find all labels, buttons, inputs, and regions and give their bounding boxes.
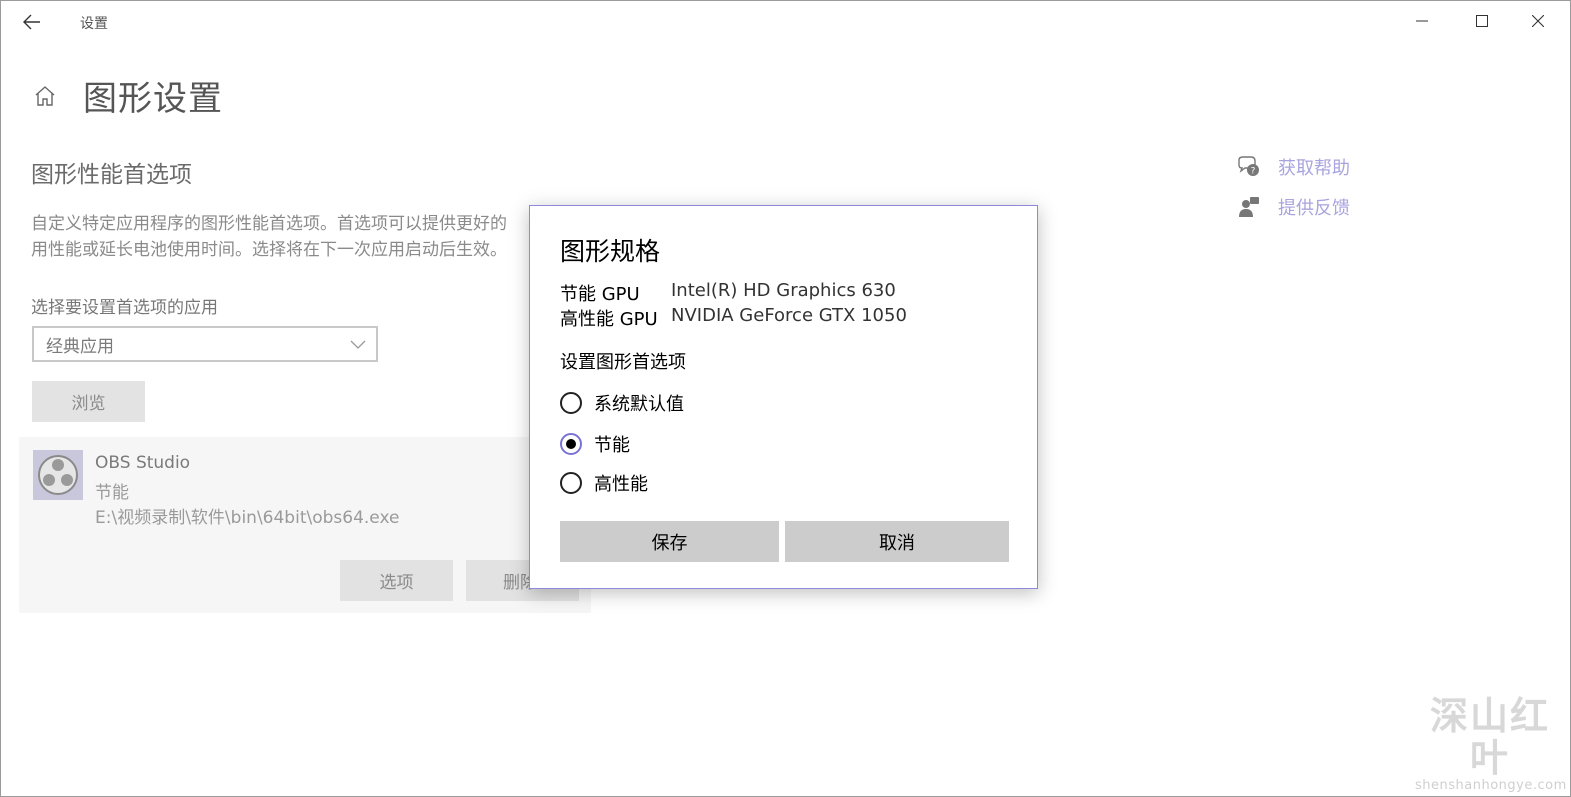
section-title: 图形性能首选项 [31, 162, 192, 188]
close-icon [1532, 15, 1544, 27]
spec-key: 高性能 GPU [560, 309, 658, 330]
spec-value: Intel(R) HD Graphics 630 [671, 280, 896, 301]
radio-dot [566, 439, 576, 449]
radio-button[interactable] [560, 392, 582, 414]
radio-button-selected[interactable] [560, 433, 582, 455]
radio-label: 高性能 [594, 474, 648, 495]
feedback-label: 提供反馈 [1278, 198, 1350, 219]
watermark-text: 深山红叶 [1429, 694, 1550, 780]
options-button[interactable]: 选项 [340, 560, 453, 601]
get-help-link[interactable]: ? 获取帮助 [1237, 147, 1350, 187]
feedback-link[interactable]: 提供反馈 [1237, 187, 1350, 227]
window-title: 设置 [80, 16, 108, 32]
app-list-item[interactable]: OBS Studio 节能 E:\视频录制\软件\bin\64bit\obs64… [19, 437, 591, 613]
chevron-down-icon [350, 340, 366, 349]
app-gpu-mode: 节能 [95, 483, 129, 503]
radio-button[interactable] [560, 472, 582, 494]
app-type-dropdown[interactable]: 经典应用 [32, 326, 378, 362]
spec-row-high-performance: 高性能 GPU NVIDIA GeForce GTX 1050 [560, 305, 907, 331]
help-links: ? 获取帮助 提供反馈 [1237, 147, 1350, 227]
graphics-spec-dialog: 图形规格 节能 GPU Intel(R) HD Graphics 630 高性能… [529, 205, 1038, 589]
arrow-left-icon [23, 14, 40, 30]
description: 自定义特定应用程序的图形性能首选项。首选项可以提供更好的 用性能或延长电池使用时… [31, 211, 531, 263]
svg-text:?: ? [1251, 167, 1256, 177]
spec-row-power-saving: 节能 GPU Intel(R) HD Graphics 630 [560, 280, 896, 306]
watermark-url: shenshanhongye.com [1415, 778, 1567, 793]
maximize-icon [1476, 15, 1488, 27]
back-button[interactable] [17, 9, 47, 35]
radio-label: 系统默认值 [594, 394, 684, 415]
spec-key: 节能 GPU [560, 284, 640, 305]
preference-label: 设置图形首选项 [560, 352, 686, 373]
maximize-button[interactable] [1459, 5, 1505, 37]
browse-button[interactable]: 浏览 [32, 381, 145, 422]
save-button[interactable]: 保存 [560, 521, 779, 562]
app-name: OBS Studio [95, 453, 191, 473]
radio-system-default[interactable]: 系统默认值 [560, 390, 684, 416]
radio-power-saving[interactable]: 节能 [560, 431, 630, 457]
cancel-button[interactable]: 取消 [785, 521, 1009, 562]
page-header: 图形设置 [31, 71, 223, 120]
feedback-person-icon [1237, 195, 1261, 219]
spec-value: NVIDIA GeForce GTX 1050 [671, 305, 907, 326]
description-line-1: 自定义特定应用程序的图形性能首选项。首选项可以提供更好的 [31, 214, 507, 234]
obs-app-icon [33, 450, 83, 500]
radio-high-performance[interactable]: 高性能 [560, 470, 648, 496]
close-button[interactable] [1515, 5, 1561, 37]
get-help-label: 获取帮助 [1278, 158, 1350, 179]
title-bar: 设置 [1, 1, 1570, 43]
chat-help-icon: ? [1237, 155, 1261, 179]
select-app-label: 选择要设置首选项的应用 [31, 298, 218, 318]
minimize-icon [1416, 20, 1428, 22]
settings-window: 设置 图形设置 图形性能首选项 自定义特定应用程序的图形性能首选项。首选项可以提… [0, 0, 1571, 797]
dialog-title: 图形规格 [560, 237, 661, 266]
watermark: 深山红叶 shenshanhongye.com [1415, 694, 1567, 793]
minimize-button[interactable] [1399, 5, 1445, 37]
description-line-2: 用性能或延长电池使用时间。选择将在下一次应用启动后生效。 [31, 240, 507, 260]
dropdown-value: 经典应用 [46, 336, 114, 357]
home-icon[interactable] [31, 82, 59, 110]
app-path: E:\视频录制\软件\bin\64bit\obs64.exe [95, 508, 400, 528]
radio-label: 节能 [594, 435, 630, 456]
page-title: 图形设置 [83, 79, 223, 119]
